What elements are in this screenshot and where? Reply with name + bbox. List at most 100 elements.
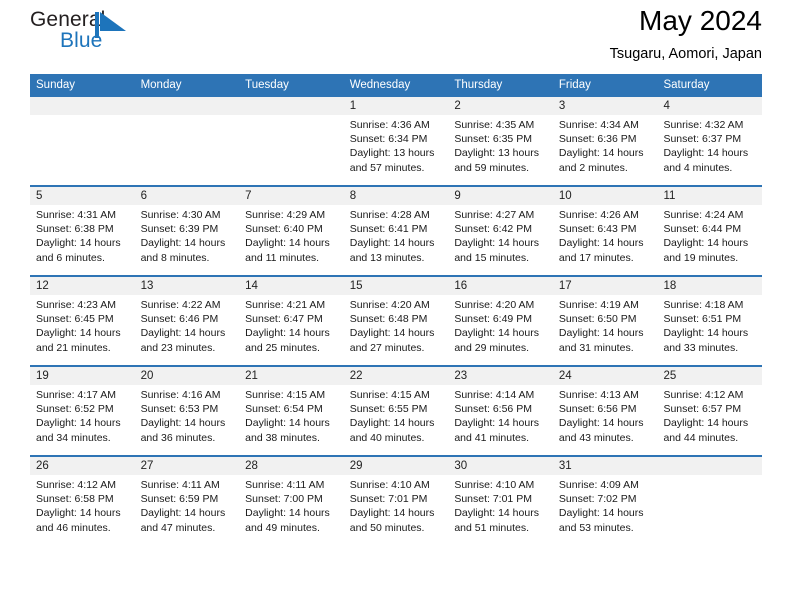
sunrise-text: Sunrise: 4:24 AM [663, 209, 744, 221]
sunrise-text: Sunrise: 4:11 AM [140, 479, 220, 491]
day-number: 4 [657, 97, 763, 115]
day-cell[interactable]: 1 Sunrise: 4:36 AM Sunset: 6:34 PM Daylight… [343, 97, 449, 185]
day-cell[interactable]: 22 Sunrise: 4:15 AM Sunset: 6:55 PM Dayligh… [343, 367, 449, 455]
sunset-text: Sunset: 7:02 PM [558, 493, 637, 506]
day-cell[interactable]: 14 Sunrise: 4:21 AM Sunset: 6:47 PM Dayligh… [239, 277, 344, 365]
day-cell[interactable]: 21 Sunrise: 4:15 AM Sunset: 6:54 PM Dayligh… [239, 367, 344, 455]
daylight-text-line1: Daylight: 14 hours [558, 147, 644, 160]
day-details: Sunrise: 4:13 AM Sunset: 6:56 PM Daylight:… [553, 385, 658, 445]
day-cell[interactable]: 27 Sunrise: 4:11 AM Sunset: 6:59 PM Dayligh… [134, 457, 240, 545]
daylight-text-line1: Daylight: 14 hours [349, 417, 435, 430]
sunset-text: Sunset: 6:57 PM [663, 403, 742, 416]
day-cell[interactable]: 17 Sunrise: 4:19 AM Sunset: 6:50 PM Dayligh… [552, 277, 658, 365]
sunset-text: Sunset: 6:38 PM [36, 223, 114, 236]
sunset-text: Sunset: 6:35 PM [454, 133, 532, 146]
daylight-text-line1: Daylight: 14 hours [349, 327, 435, 340]
day-cell[interactable]: 20 Sunrise: 4:16 AM Sunset: 6:53 PM Dayligh… [134, 367, 240, 455]
daylight-text-line2: and 6 minutes. [36, 251, 105, 264]
daylight-text-line2: and 47 minutes. [140, 521, 216, 534]
day-cell[interactable]: 12 Sunrise: 4:23 AM Sunset: 6:45 PM Dayligh… [30, 277, 135, 365]
daylight-text-line2: and 11 minutes. [245, 251, 320, 264]
day-cell[interactable]: 5 Sunrise: 4:31 AM Sunset: 6:38 PM Daylight… [30, 187, 135, 275]
day-details: Sunrise: 4:15 AM Sunset: 6:55 PM Daylight:… [344, 385, 449, 445]
sunset-text: Sunset: 6:39 PM [140, 223, 219, 236]
day-number: 15 [343, 277, 449, 295]
daylight-text-line1: Daylight: 14 hours [245, 507, 330, 520]
daylight-text-line2: and 15 minutes. [454, 251, 530, 264]
day-cell[interactable]: 28 Sunrise: 4:11 AM Sunset: 7:00 PM Dayligh… [239, 457, 344, 545]
day-number: 20 [134, 367, 240, 385]
day-cell[interactable]: 30 Sunrise: 4:10 AM Sunset: 7:01 PM Dayligh… [448, 457, 553, 545]
day-cell[interactable]: 25 Sunrise: 4:12 AM Sunset: 6:57 PM Dayligh… [657, 367, 763, 455]
daylight-text-line1: Daylight: 14 hours [663, 327, 749, 340]
day-cell[interactable]: 29 Sunrise: 4:10 AM Sunset: 7:01 PM Dayligh… [343, 457, 449, 545]
day-number [239, 97, 344, 115]
day-details: Sunrise: 4:15 AM Sunset: 6:54 PM Daylight:… [239, 385, 344, 445]
page-title: May 2024 [639, 5, 762, 36]
weekday-header-wednesday: Wednesday [349, 79, 411, 91]
calendar-week-row: 5 Sunrise: 4:31 AM Sunset: 6:38 PM Daylight… [30, 185, 763, 275]
daylight-text-line2: and 49 minutes. [245, 521, 320, 534]
sunset-text: Sunset: 6:36 PM [558, 133, 637, 146]
weekday-header-sunday: Sunday [36, 79, 76, 91]
day-details: Sunrise: 4:30 AM Sunset: 6:39 PM Daylight:… [135, 205, 240, 265]
daylight-text-line2: and 41 minutes. [454, 431, 530, 444]
sunrise-text: Sunrise: 4:34 AM [558, 119, 639, 131]
daylight-text-line2: and 29 minutes. [454, 341, 530, 354]
day-cell[interactable]: 11 Sunrise: 4:24 AM Sunset: 6:44 PM Dayligh… [657, 187, 763, 275]
sunrise-text: Sunrise: 4:32 AM [663, 119, 744, 131]
day-number: 5 [30, 187, 135, 205]
sunset-text: Sunset: 6:43 PM [558, 223, 637, 236]
sunrise-text: Sunrise: 4:22 AM [140, 299, 221, 311]
sunrise-text: Sunrise: 4:15 AM [349, 389, 430, 401]
daylight-text-line1: Daylight: 14 hours [140, 417, 226, 430]
day-cell[interactable]: 9 Sunrise: 4:27 AM Sunset: 6:42 PM Daylight… [448, 187, 553, 275]
day-details: Sunrise: 4:16 AM Sunset: 6:53 PM Daylight:… [135, 385, 240, 445]
day-cell[interactable]: 8 Sunrise: 4:28 AM Sunset: 6:41 PM Daylight… [343, 187, 449, 275]
sunset-text: Sunset: 6:37 PM [663, 133, 742, 146]
sunrise-text: Sunrise: 4:19 AM [558, 299, 639, 311]
daylight-text-line1: Daylight: 14 hours [558, 417, 644, 430]
daylight-text-line1: Daylight: 14 hours [454, 237, 539, 250]
day-number: 19 [30, 367, 135, 385]
day-cell[interactable]: 31 Sunrise: 4:09 AM Sunset: 7:02 PM Dayligh… [552, 457, 658, 545]
day-cell[interactable]: 16 Sunrise: 4:20 AM Sunset: 6:49 PM Dayligh… [448, 277, 553, 365]
day-cell[interactable]: 24 Sunrise: 4:13 AM Sunset: 6:56 PM Dayligh… [552, 367, 658, 455]
day-number: 12 [30, 277, 135, 295]
sunset-text: Sunset: 6:42 PM [454, 223, 532, 236]
daylight-text-line1: Daylight: 13 hours [349, 147, 435, 160]
day-cell[interactable]: 19 Sunrise: 4:17 AM Sunset: 6:52 PM Dayligh… [30, 367, 135, 455]
day-cell[interactable]: 4 Sunrise: 4:32 AM Sunset: 6:37 PM Daylight… [657, 97, 763, 185]
day-number: 21 [239, 367, 344, 385]
day-number: 29 [343, 457, 449, 475]
sunset-text: Sunset: 6:59 PM [140, 493, 219, 506]
day-cell[interactable]: 18 Sunrise: 4:18 AM Sunset: 6:51 PM Dayligh… [657, 277, 763, 365]
sunset-text: Sunset: 6:58 PM [36, 493, 114, 506]
day-details: Sunrise: 4:35 AM Sunset: 6:35 PM Daylight:… [448, 115, 553, 175]
daylight-text-line2: and 2 minutes. [558, 161, 628, 174]
day-cell[interactable]: 6 Sunrise: 4:30 AM Sunset: 6:39 PM Daylight… [134, 187, 240, 275]
sunrise-text: Sunrise: 4:20 AM [349, 299, 430, 311]
page-subtitle: Tsugaru, Aomori, Japan [609, 46, 762, 62]
day-details: Sunrise: 4:36 AM Sunset: 6:34 PM Daylight:… [344, 115, 449, 175]
day-cell[interactable]: 3 Sunrise: 4:34 AM Sunset: 6:36 PM Daylight… [552, 97, 658, 185]
day-cell[interactable]: 26 Sunrise: 4:12 AM Sunset: 6:58 PM Dayligh… [30, 457, 135, 545]
sunrise-text: Sunrise: 4:17 AM [36, 389, 116, 401]
daylight-text-line1: Daylight: 14 hours [558, 237, 644, 250]
day-cell[interactable]: 7 Sunrise: 4:29 AM Sunset: 6:40 PM Daylight… [239, 187, 344, 275]
day-cell-empty [657, 457, 763, 545]
daylight-text-line2: and 44 minutes. [663, 431, 739, 444]
day-number: 22 [343, 367, 449, 385]
daylight-text-line1: Daylight: 14 hours [454, 417, 539, 430]
day-cell[interactable]: 10 Sunrise: 4:26 AM Sunset: 6:43 PM Dayligh… [552, 187, 658, 275]
daylight-text-line1: Daylight: 14 hours [349, 507, 435, 520]
day-details: Sunrise: 4:20 AM Sunset: 6:49 PM Daylight:… [448, 295, 553, 355]
daylight-text-line2: and 21 minutes. [36, 341, 111, 354]
day-cell[interactable]: 2 Sunrise: 4:35 AM Sunset: 6:35 PM Daylight… [448, 97, 553, 185]
day-cell[interactable]: 15 Sunrise: 4:20 AM Sunset: 6:48 PM Dayligh… [343, 277, 449, 365]
day-cell[interactable]: 23 Sunrise: 4:14 AM Sunset: 6:56 PM Dayligh… [448, 367, 553, 455]
daylight-text-line1: Daylight: 14 hours [663, 237, 749, 250]
calendar-week-row: 12 Sunrise: 4:23 AM Sunset: 6:45 PM Dayligh… [30, 275, 763, 365]
general-blue-logo[interactable]: General Blue [30, 8, 160, 64]
day-cell[interactable]: 13 Sunrise: 4:22 AM Sunset: 6:46 PM Dayligh… [134, 277, 240, 365]
